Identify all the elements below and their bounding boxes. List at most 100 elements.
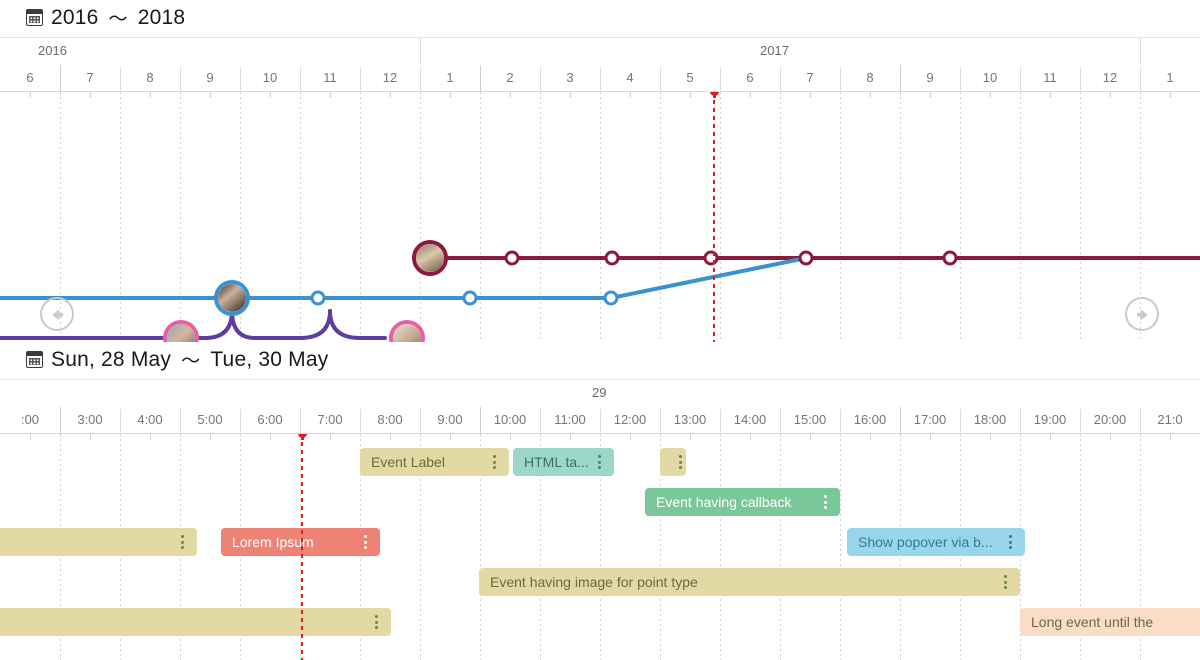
grid-minor-tick (810, 434, 811, 440)
grid-minor-tick (150, 434, 151, 440)
day-range-start: Sun, 28 May (51, 347, 172, 371)
event-html-tag[interactable]: HTML ta... (513, 448, 614, 476)
scale-tick (120, 409, 121, 433)
timeline-node[interactable] (604, 250, 620, 266)
scale-tick-label: 11 (323, 70, 337, 85)
event-image-point[interactable]: Event having image for point type (479, 568, 1020, 596)
event-label[interactable]: Event Label (360, 448, 509, 476)
event-menu-kebab-icon[interactable] (816, 493, 834, 511)
event-menu-kebab-icon[interactable] (996, 573, 1014, 591)
event-label-text: Event Label (371, 454, 445, 470)
kebab-dot (180, 535, 184, 539)
scale-tick-label: 1 (1166, 70, 1174, 85)
timeline-node[interactable] (942, 250, 958, 266)
grid-minor-tick (1170, 434, 1171, 440)
scale-tick-label: 13:00 (673, 412, 707, 427)
event-menu-kebab-icon[interactable] (1001, 533, 1019, 551)
scale-tick (120, 67, 121, 91)
scale-period-label: 2016 (38, 43, 67, 58)
grid-minor-tick (1110, 434, 1111, 440)
pointline-chart-area[interactable] (0, 92, 1200, 342)
kebab-dot (374, 620, 378, 624)
timeline-node[interactable] (462, 290, 478, 306)
scale-tick (600, 67, 601, 91)
kebab-dot (597, 465, 601, 469)
scale-tick (480, 65, 481, 92)
kebab-dot (597, 455, 601, 459)
timeline-node[interactable] (603, 290, 619, 306)
scale-tick-label: 11 (1043, 70, 1057, 85)
scroll-right-button[interactable] (1125, 297, 1159, 331)
grid-line (840, 434, 841, 660)
scale-tick-label: 3 (566, 70, 574, 85)
kebab-dot (678, 465, 682, 469)
avatar (393, 324, 421, 342)
scale-tick-label: 9 (926, 70, 934, 85)
scale-separator (1140, 38, 1141, 64)
avatar (167, 324, 195, 342)
cat-avatar[interactable] (412, 240, 448, 276)
calendar-icon (26, 351, 43, 368)
grid-minor-tick (210, 434, 211, 440)
scale-tick (540, 67, 541, 91)
scale-tick (960, 67, 961, 91)
event-bottom-khaki[interactable] (0, 608, 391, 636)
scale-tick-label: 17:00 (913, 412, 947, 427)
scale-tick-label: 11:00 (554, 412, 586, 427)
event-dot-only[interactable] (660, 448, 686, 476)
kebab-dot (678, 455, 682, 459)
event-menu-kebab-icon[interactable] (590, 453, 608, 471)
kebab-dot (363, 545, 367, 549)
scale-tick-label: 12:00 (613, 412, 647, 427)
scale-tick-label: 7 (86, 70, 94, 85)
event-label-text: HTML ta... (524, 454, 589, 470)
blue-series-line (0, 256, 808, 300)
event-menu-kebab-icon[interactable] (671, 453, 686, 471)
event-menu-kebab-icon[interactable] (485, 453, 503, 471)
day-section-title: Sun, 28 May ～ Tue, 30 May (0, 342, 1200, 379)
scale-tick (1020, 67, 1021, 91)
current-time-line (713, 92, 715, 342)
grid-minor-tick (990, 434, 991, 440)
grid-minor-tick (450, 434, 451, 440)
event-rows-area[interactable]: Event Label HTML ta... Event having callba… (0, 434, 1200, 660)
scale-tick (60, 65, 61, 92)
scale-tick-label: 6 (26, 70, 34, 85)
scale-tick (1080, 67, 1081, 91)
timeline-node[interactable] (504, 250, 520, 266)
event-menu-kebab-icon[interactable] (173, 533, 191, 551)
scale-tick-label: 8:00 (377, 412, 403, 427)
event-label-text: Lorem Ipsum (232, 534, 314, 550)
event-truncated-left[interactable]: ms (0, 528, 197, 556)
grid-minor-tick (390, 434, 391, 440)
event-menu-kebab-icon[interactable] (367, 613, 385, 631)
calendar-icon (26, 9, 43, 26)
scale-tick (900, 65, 901, 92)
scale-tick-label: :00 (20, 412, 40, 427)
event-menu-kebab-icon[interactable] (356, 533, 374, 551)
scale-tick-label: 8 (146, 70, 154, 85)
grid-minor-tick (630, 434, 631, 440)
current-time-marker (297, 434, 307, 440)
event-label-text: Event having callback (656, 494, 792, 510)
event-label-text: Event having image for point type (490, 574, 698, 590)
scale-tick (1020, 409, 1021, 433)
day-scale-row: 29 (0, 380, 1200, 406)
grid-minor-tick (330, 434, 331, 440)
avatar (416, 244, 444, 272)
scale-tick-label: 16:00 (853, 412, 887, 427)
timeline-node[interactable] (798, 250, 814, 266)
event-having-callback[interactable]: Event having callback (645, 488, 840, 516)
kebab-dot (1008, 535, 1012, 539)
timeline-node[interactable] (310, 290, 326, 306)
scale-tick (240, 67, 241, 91)
scale-tick (780, 67, 781, 91)
couple-avatar[interactable] (214, 280, 250, 316)
pointline-series-layer (0, 256, 1200, 340)
scale-tick-label: 7 (806, 70, 814, 85)
event-show-popover[interactable]: Show popover via b... (847, 528, 1025, 556)
event-long-event[interactable]: Long event until the (1020, 608, 1200, 636)
timeline-node[interactable] (703, 250, 719, 266)
scroll-left-button[interactable] (40, 297, 74, 331)
year-section-title: 2016 ～ 2018 (0, 0, 1200, 37)
